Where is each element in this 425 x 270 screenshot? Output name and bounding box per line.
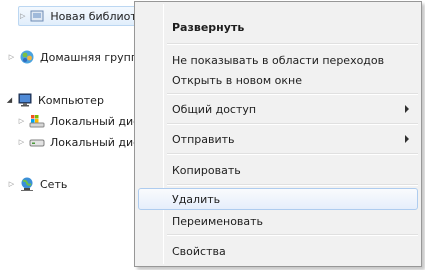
menu-separator [167, 184, 418, 186]
library-icon [29, 8, 45, 24]
menu-item-label: Отправить [172, 132, 235, 146]
expand-arrow-icon[interactable]: ▷ [18, 138, 25, 146]
computer-icon [17, 92, 33, 108]
menu-item-rename[interactable]: Переименовать [138, 210, 418, 232]
nav-label: Сеть [40, 177, 68, 191]
context-menu: Развернуть Не показывать в области перех… [134, 1, 422, 267]
menu-item-send-to[interactable]: Отправить [138, 128, 418, 150]
menu-item-delete[interactable]: Удалить [138, 188, 418, 210]
expand-arrow-icon[interactable]: ▷ [18, 117, 25, 125]
menu-separator [167, 43, 418, 45]
nav-label: Домашняя группа [40, 50, 145, 64]
nav-item-computer[interactable]: ◢ Компьютер [6, 91, 104, 109]
menu-item-label: Общий доступ [172, 102, 257, 116]
menu-item-label: Не показывать в области переходов [172, 53, 385, 67]
nav-item-homegroup[interactable]: ▷ Домашняя группа [8, 48, 145, 66]
menu-separator [167, 93, 418, 95]
menu-item-label: Удалить [172, 192, 221, 206]
expand-arrow-icon[interactable]: ▷ [20, 12, 25, 20]
submenu-arrow-icon [405, 135, 409, 143]
nav-item-network[interactable]: ▷ Сеть [8, 175, 67, 193]
submenu-arrow-icon [405, 105, 409, 113]
menu-item-properties[interactable]: Свойства [138, 240, 418, 262]
system-drive-icon [29, 113, 45, 129]
menu-item-label: Переименовать [172, 214, 264, 228]
drive-icon [29, 134, 45, 150]
network-icon [19, 176, 35, 192]
nav-label: Компьютер [38, 93, 104, 107]
homegroup-icon [19, 49, 35, 65]
menu-item-open-new-window[interactable]: Открыть в новом окне [138, 69, 418, 91]
menu-item-share[interactable]: Общий доступ [138, 98, 418, 120]
expand-arrow-icon[interactable]: ▷ [8, 180, 15, 188]
menu-item-expand[interactable]: Развернуть [138, 16, 418, 38]
collapse-arrow-icon[interactable]: ◢ [6, 96, 13, 104]
menu-item-label: Копировать [172, 163, 241, 177]
menu-item-copy[interactable]: Копировать [138, 159, 418, 181]
menu-separator [167, 234, 418, 236]
menu-separator [167, 153, 418, 155]
expand-arrow-icon[interactable]: ▷ [8, 53, 15, 61]
menu-item-label: Открыть в новом окне [172, 73, 303, 87]
nav-item-new-library[interactable]: ▷ Новая библиотека [18, 6, 157, 26]
menu-item-hide-in-nav[interactable]: Не показывать в области переходов [138, 49, 418, 71]
menu-separator [167, 123, 418, 125]
menu-item-label: Развернуть [172, 20, 245, 34]
menu-item-label: Свойства [172, 244, 226, 258]
